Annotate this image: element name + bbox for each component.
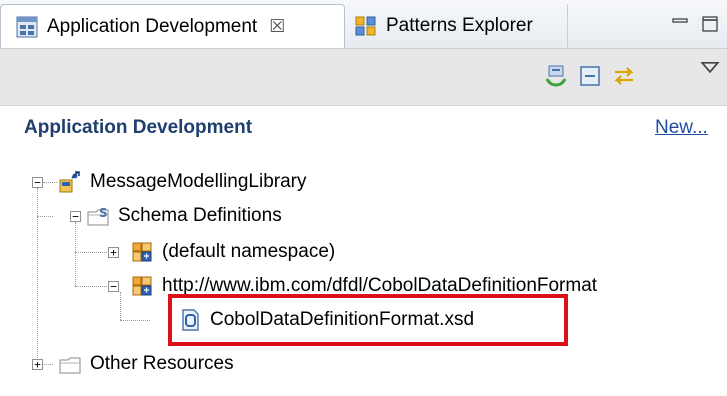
highlight-annotation-box: [168, 294, 568, 346]
expand-toggle[interactable]: +: [108, 247, 119, 258]
tree-connector: [37, 188, 38, 364]
namespace-icon: [132, 276, 152, 296]
collapse-toggle[interactable]: −: [70, 211, 81, 222]
tree-connector: [75, 286, 107, 287]
tree-connector: [75, 222, 76, 286]
collapse-toggle[interactable]: −: [108, 281, 119, 292]
message-library-icon: [59, 171, 80, 193]
tree-item-label: MessageModellingLibrary: [90, 171, 307, 192]
schema-folder-icon: S: [87, 206, 109, 226]
namespace-icon: [132, 242, 152, 262]
tree-item-label: (default namespace): [162, 241, 336, 262]
tree-connector: [120, 292, 121, 320]
tree-item-label: Other Resources: [90, 353, 234, 374]
tree-connector: [43, 182, 57, 183]
tree-item-label: Schema Definitions: [118, 205, 282, 226]
tree-connector: [120, 320, 150, 321]
svg-text:S: S: [99, 206, 108, 220]
tree-connector: [75, 252, 107, 253]
tree-item-other-resources[interactable]: Other Resources: [58, 350, 234, 378]
folder-icon: [59, 357, 81, 374]
tree-item-default-namespace[interactable]: (default namespace): [130, 238, 335, 266]
expand-toggle[interactable]: +: [32, 359, 43, 370]
tree-item-message-modelling-library[interactable]: MessageModellingLibrary: [58, 168, 307, 196]
tree-connector: [37, 216, 53, 217]
tree-item-schema-definitions[interactable]: S Schema Definitions: [86, 202, 282, 230]
collapse-toggle[interactable]: −: [32, 177, 43, 188]
